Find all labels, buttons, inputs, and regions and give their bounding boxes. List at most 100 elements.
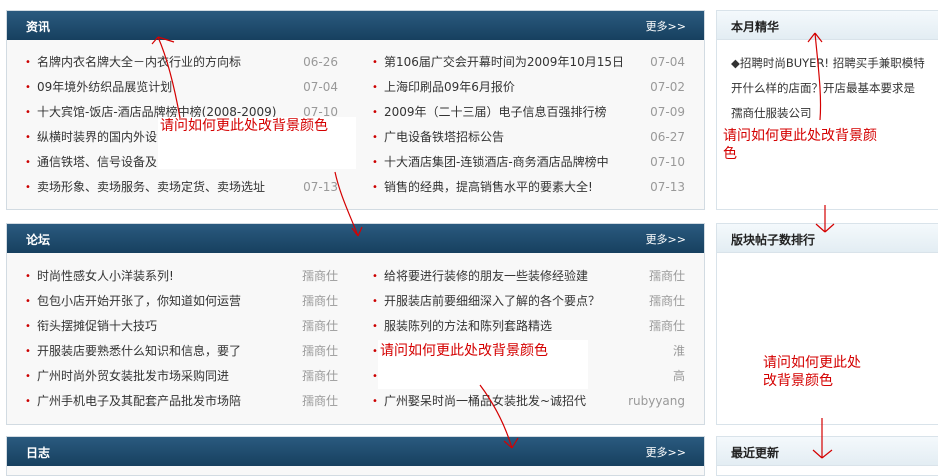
item-author[interactable]: 孺商仕 (302, 339, 338, 364)
item-author[interactable]: 孺商仕 (302, 389, 338, 414)
item-title[interactable]: 纵横时装界的国内外设 (37, 125, 157, 150)
bullet-icon: • (372, 82, 378, 93)
list-item[interactable]: • 开服装店前要细细深入了解的各个要点？ 孺商仕 (372, 289, 685, 314)
list-item[interactable]: • 广州娶呆时尚一桶品女装批发~诚招代 rubyyang (372, 389, 685, 414)
bullet-icon: • (372, 157, 378, 168)
forum-panel-header: 论坛 更多>> (7, 224, 704, 253)
list-item[interactable]: • 广电设备铁塔招标公告 06-27 (372, 125, 685, 150)
item-title[interactable]: 包包小店开始开张了，你知道如何运营 (37, 289, 241, 314)
latest-updates-title: 最近更新 (731, 446, 780, 460)
item-title[interactable]: 2009年（二十三届）电子信息百强排行榜 (384, 100, 607, 125)
annotation-text-4-line-2: 改背景颜色 (763, 373, 833, 389)
item-author[interactable]: 孺商仕 (302, 289, 338, 314)
item-title[interactable]: 广州手机电子及其配套产品批发市场陪 (37, 389, 241, 414)
bullet-icon: • (372, 296, 378, 307)
list-item[interactable]: • 包包小店开始开张了，你知道如何运营 孺商仕 (25, 289, 338, 314)
item-date: 07-09 (650, 105, 685, 119)
item-author[interactable]: 孺商仕 (649, 264, 685, 289)
annotation-text-3: 请问如何更此处改背景颜色 (380, 343, 548, 359)
bullet-icon: • (25, 182, 31, 193)
board-ranking-header: 版块帖子数排行 (717, 224, 938, 253)
item-title[interactable]: 衔头摆摊促销十大技巧 (37, 314, 157, 339)
item-author[interactable]: 高 (673, 364, 685, 389)
bullet-icon: • (372, 182, 378, 193)
annotation-text-2-line-1: 请问如何更此处改背景颜 (723, 128, 877, 144)
item-author[interactable]: 淮 (673, 339, 685, 364)
item-title[interactable]: 广电设备铁塔招标公告 (384, 125, 504, 150)
bullet-icon: • (25, 396, 31, 407)
annotation-text-4-line-1: 请问如何更此处 (763, 355, 861, 371)
monthly-best-line-3[interactable]: 孺商仕服装公司 (731, 101, 938, 126)
bullet-icon: • (25, 271, 31, 282)
list-item[interactable]: • 2009年（二十三届）电子信息百强排行榜 07-09 (372, 100, 685, 125)
annotation-text-1: 请问如何更此处改背景颜色 (160, 118, 328, 134)
item-title[interactable]: 名牌内衣名牌大全－内衣行业的方向标 (37, 50, 241, 75)
bullet-icon: • (25, 321, 31, 332)
list-item[interactable]: • 衔头摆摊促销十大技巧 孺商仕 (25, 314, 338, 339)
list-item[interactable]: • 给将要进行装修的朋友一些装修经验建 孺商仕 (372, 264, 685, 289)
item-title[interactable]: 十大酒店集团-连锁酒店-商务酒店品牌榜中 (384, 150, 609, 175)
annotation-text-2-line-2: 色 (723, 146, 737, 162)
item-title[interactable]: 第106届广交会开幕时间为2009年10月15日 (384, 50, 624, 75)
item-title[interactable]: 销售的经典，提高销售水平的要素大全! (384, 175, 593, 200)
list-item[interactable]: • 上海印刷品09年6月报价 07-02 (372, 75, 685, 100)
latest-updates-header: 最近更新 (717, 437, 938, 466)
forum-title: 论坛 (26, 233, 51, 247)
item-author[interactable]: 孺商仕 (302, 314, 338, 339)
list-item[interactable]: • 09年境外纺织品展览计划 07-04 (25, 75, 338, 100)
item-author[interactable]: rubyyang (628, 389, 685, 414)
item-date: 07-13 (650, 180, 685, 194)
monthly-best-line-1[interactable]: ◆招聘时尚BUYER! 招聘买手兼职模特 (731, 51, 938, 76)
item-title[interactable]: 时尚性感女人小洋装系列! (37, 264, 174, 289)
list-item[interactable]: • 十大酒店集团-连锁酒店-商务酒店品牌榜中 07-10 (372, 150, 685, 175)
item-title[interactable]: 广州时尚外贸女装批发市场采购同进 (37, 364, 229, 389)
list-item[interactable]: • 开服装店要熟悉什么知识和信息，要了 孺商仕 (25, 339, 338, 364)
list-item[interactable]: • 广州时尚外贸女装批发市场采购同进 孺商仕 (25, 364, 338, 389)
item-title[interactable]: 开服装店前要细细深入了解的各个要点？ (384, 289, 600, 314)
bullet-icon: • (25, 107, 31, 118)
bullet-icon: • (372, 107, 378, 118)
item-author[interactable]: 孺商仕 (649, 314, 685, 339)
bullet-icon: • (372, 132, 378, 143)
latest-updates-box: 最近更新 (716, 436, 938, 476)
news-more-link[interactable]: 更多>> (646, 18, 686, 34)
list-item[interactable]: • 名牌内衣名牌大全－内衣行业的方向标 06-26 (25, 50, 338, 75)
blog-more-link[interactable]: 更多>> (646, 444, 686, 460)
item-title[interactable]: 上海印刷品09年6月报价 (384, 75, 515, 100)
forum-more-link[interactable]: 更多>> (646, 231, 686, 247)
list-item[interactable]: • 广州手机电子及其配套产品批发市场陪 孺商仕 (25, 389, 338, 414)
list-item[interactable]: • 销售的经典，提高销售水平的要素大全! 07-13 (372, 175, 685, 200)
item-date: 07-04 (650, 55, 685, 69)
bullet-icon: • (372, 57, 378, 68)
item-date: 07-10 (650, 155, 685, 169)
item-author[interactable]: 孺商仕 (302, 264, 338, 289)
item-title[interactable]: 开服装店要熟悉什么知识和信息，要了 (37, 339, 241, 364)
list-item[interactable]: • 服装陈列的方法和陈列套路精选 孺商仕 (372, 314, 685, 339)
forum-list-left: • 时尚性感女人小洋装系列! 孺商仕 • 包包小店开始开张了，你知道如何运营 孺商仕 •… (25, 264, 338, 414)
monthly-best-header: 本月精华 (717, 11, 938, 40)
annotation-text-4: 请问如何更此处 改背景颜色 (763, 354, 861, 390)
item-title[interactable]: 给将要进行装修的朋友一些装修经验建 (384, 264, 588, 289)
bullet-icon: • (25, 371, 31, 382)
bullet-icon: • (25, 157, 31, 168)
monthly-best-line-2[interactable]: 开什么样的店面？开店最基本要求是 (731, 76, 938, 101)
monthly-best-content: ◆招聘时尚BUYER! 招聘买手兼职模特 开什么样的店面？开店最基本要求是 孺商… (731, 51, 938, 126)
board-ranking-box: 版块帖子数排行 (716, 223, 938, 425)
bullet-icon: • (25, 132, 31, 143)
list-item[interactable]: • 第106届广交会开幕时间为2009年10月15日 07-04 (372, 50, 685, 75)
bullet-icon: • (25, 57, 31, 68)
item-author[interactable]: 孺商仕 (302, 364, 338, 389)
item-date: 06-26 (303, 55, 338, 69)
board-ranking-title: 版块帖子数排行 (731, 233, 816, 247)
item-author[interactable]: 孺商仕 (649, 289, 685, 314)
item-title[interactable]: 服装陈列的方法和陈列套路精选 (384, 314, 552, 339)
list-item[interactable]: • 卖场形象、卖场服务、卖场定货、卖场选址 07-13 (25, 175, 338, 200)
item-title[interactable]: 卖场形象、卖场服务、卖场定货、卖场选址 (37, 175, 265, 200)
list-item[interactable]: • 时尚性感女人小洋装系列! 孺商仕 (25, 264, 338, 289)
bullet-icon: • (372, 271, 378, 282)
item-title[interactable]: 广州娶呆时尚一桶品女装批发~诚招代 (384, 389, 586, 414)
item-title[interactable]: 09年境外纺织品展览计划 (37, 75, 172, 100)
monthly-best-title: 本月精华 (731, 20, 780, 34)
item-title[interactable]: 通信铁塔、信号设备及 (37, 150, 157, 175)
news-panel-header: 资讯 更多>> (7, 11, 704, 40)
